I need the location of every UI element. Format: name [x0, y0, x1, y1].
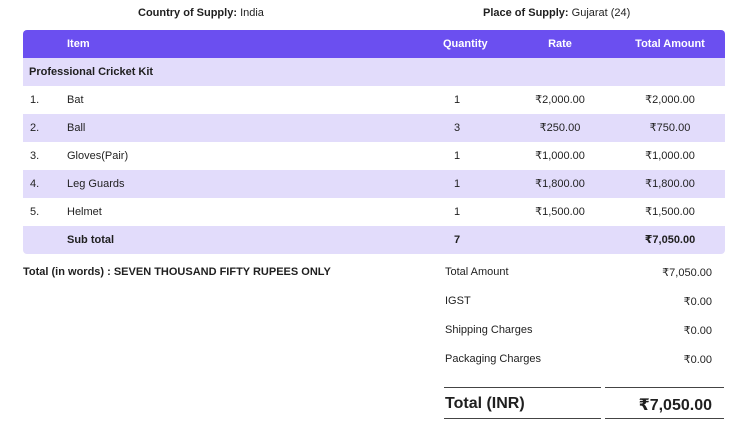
row-item: Leg Guards [67, 178, 125, 190]
table-header: Item Quantity Rate Total Amount [23, 30, 725, 58]
header-rate: Rate [548, 38, 572, 50]
row-item: Gloves(Pair) [67, 150, 129, 162]
row-rate: ₹250.00 [539, 122, 581, 134]
header-total: Total Amount [635, 38, 705, 50]
total-in-words: Total (in words) : SEVEN THOUSAND FIFTY … [23, 266, 331, 278]
row-rate: ₹1,500.00 [535, 206, 585, 218]
row-rate: ₹1,000.00 [535, 150, 585, 162]
row-number: 4. [30, 178, 40, 190]
summary-row: Total Amount ₹7,050.00 [444, 259, 724, 288]
header-item: Item [67, 38, 90, 50]
subtotal-quantity: 7 [453, 234, 461, 246]
row-item: Ball [67, 122, 86, 134]
row-total: ₹1,500.00 [645, 206, 695, 218]
table-row: 2. Ball 3 ₹250.00 ₹750.00 [23, 114, 725, 142]
country-of-supply: Country of Supply: India [138, 7, 264, 19]
row-quantity: 1 [453, 206, 461, 218]
summary-value: ₹7,050.00 [662, 267, 712, 279]
summary-block: Total Amount ₹7,050.00 IGST ₹0.00 Shippi… [444, 259, 724, 375]
place-label: Place of Supply: [483, 7, 569, 19]
summary-label: Packaging Charges [445, 353, 542, 365]
grand-total-row: Total (INR) ₹7,050.00 [444, 387, 724, 419]
section-title: Professional Cricket Kit [29, 66, 154, 78]
summary-row: IGST ₹0.00 [444, 288, 724, 317]
row-quantity: 1 [453, 94, 461, 106]
summary-row: Shipping Charges ₹0.00 [444, 317, 724, 346]
grand-total-value: ₹7,050.00 [638, 397, 712, 414]
row-number: 2. [30, 122, 40, 134]
subtotal-row: Sub total 7 ₹7,050.00 [23, 226, 725, 254]
row-total: ₹2,000.00 [645, 94, 695, 106]
place-value: Gujarat (24) [571, 7, 631, 19]
row-number: 3. [30, 150, 40, 162]
row-quantity: 3 [453, 122, 461, 134]
place-of-supply: Place of Supply: Gujarat (24) [483, 7, 630, 19]
subtotal-label: Sub total [67, 234, 115, 246]
row-item: Helmet [67, 206, 102, 218]
summary-label: Total Amount [445, 266, 509, 278]
summary-row: Packaging Charges ₹0.00 [444, 346, 724, 375]
row-item: Bat [67, 94, 84, 106]
summary-label: Shipping Charges [445, 324, 533, 336]
summary-label: IGST [445, 295, 471, 307]
row-quantity: 1 [453, 178, 461, 190]
supply-info: Country of Supply: India Place of Supply… [0, 7, 747, 23]
table-row: 1. Bat 1 ₹2,000.00 ₹2,000.00 [23, 86, 725, 114]
country-value: India [240, 7, 264, 19]
grand-total-label: Total (INR) [445, 395, 525, 412]
subtotal-total: ₹7,050.00 [644, 234, 696, 246]
table-row: 4. Leg Guards 1 ₹1,800.00 ₹1,800.00 [23, 170, 725, 198]
row-number: 5. [30, 206, 40, 218]
section-row: Professional Cricket Kit [23, 58, 725, 86]
items-table: Item Quantity Rate Total Amount Professi… [23, 30, 725, 254]
row-rate: ₹2,000.00 [535, 94, 585, 106]
row-number: 1. [30, 94, 40, 106]
header-quantity: Quantity [443, 38, 488, 50]
row-rate: ₹1,800.00 [535, 178, 585, 190]
summary-value: ₹0.00 [683, 354, 712, 366]
row-total: ₹750.00 [649, 122, 691, 134]
summary-value: ₹0.00 [683, 325, 712, 337]
table-row: 3. Gloves(Pair) 1 ₹1,000.00 ₹1,000.00 [23, 142, 725, 170]
country-label: Country of Supply: [138, 7, 237, 19]
summary-value: ₹0.00 [683, 296, 712, 308]
row-total: ₹1,000.00 [645, 150, 695, 162]
row-quantity: 1 [453, 150, 461, 162]
row-total: ₹1,800.00 [645, 178, 695, 190]
divider-gap [601, 387, 605, 419]
table-row: 5. Helmet 1 ₹1,500.00 ₹1,500.00 [23, 198, 725, 226]
